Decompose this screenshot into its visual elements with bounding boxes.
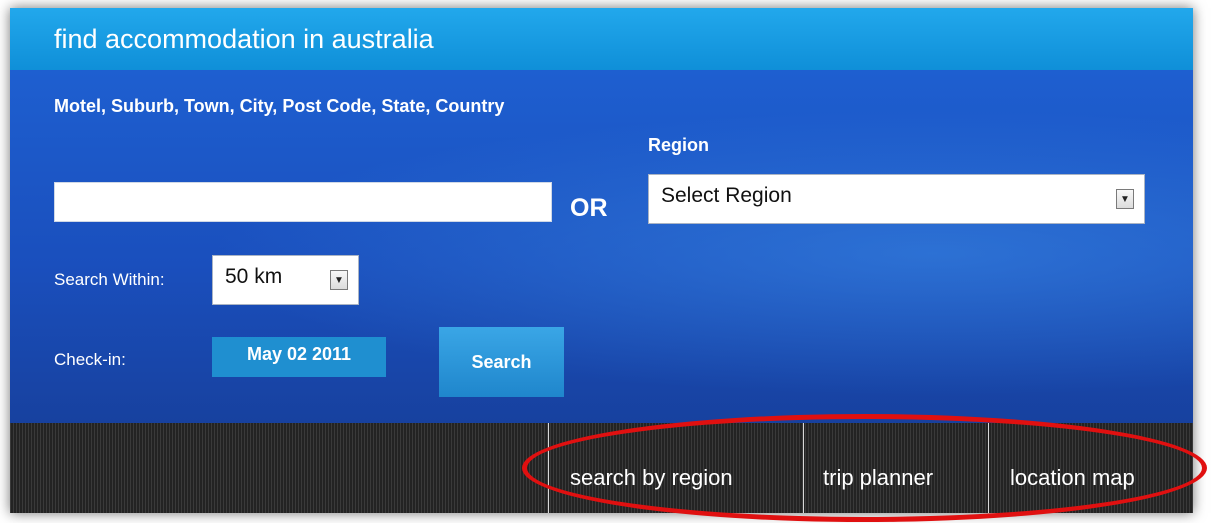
region-select[interactable]: Select Region ▼ bbox=[648, 174, 1145, 224]
search-within-select[interactable]: 50 km ▼ bbox=[212, 255, 359, 305]
nav-divider bbox=[803, 423, 804, 513]
chevron-down-icon[interactable]: ▼ bbox=[330, 270, 348, 290]
location-input[interactable] bbox=[54, 182, 552, 222]
nav-location-map[interactable]: location map bbox=[1010, 465, 1135, 491]
nav-trip-planner[interactable]: trip planner bbox=[823, 465, 933, 491]
region-label: Region bbox=[648, 135, 709, 155]
chevron-down-icon[interactable]: ▼ bbox=[1116, 189, 1134, 209]
search-panel: Motel, Suburb, Town, City, Post Code, St… bbox=[10, 70, 1193, 423]
nav-search-by-region[interactable]: search by region bbox=[570, 465, 733, 491]
checkin-date-button[interactable]: May 02 2011 bbox=[212, 337, 386, 377]
search-button[interactable]: Search bbox=[439, 327, 564, 397]
checkin-label: Check-in: bbox=[54, 350, 126, 369]
nav-divider bbox=[988, 423, 989, 513]
location-label: Motel, Suburb, Town, City, Post Code, St… bbox=[54, 96, 505, 116]
search-within-value: 50 km bbox=[225, 265, 283, 288]
or-label: OR bbox=[570, 194, 608, 222]
nav-bar: search by region trip planner location m… bbox=[10, 423, 1193, 513]
region-selected-value: Select Region bbox=[661, 184, 792, 207]
nav-divider bbox=[548, 423, 549, 513]
search-within-label: Search Within: bbox=[54, 270, 165, 289]
title-bar: find accommodation in australia bbox=[10, 8, 1193, 70]
widget-title: find accommodation in australia bbox=[54, 24, 434, 54]
accommodation-search-widget: find accommodation in australia Motel, S… bbox=[10, 8, 1193, 513]
